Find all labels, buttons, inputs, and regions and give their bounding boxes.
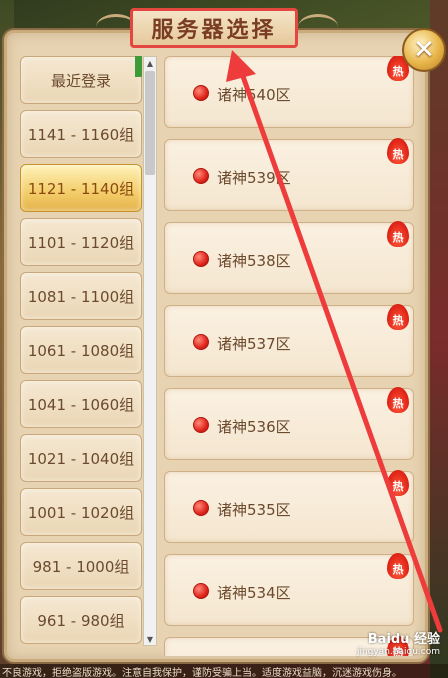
watermark-brand: Baidu 经验 xyxy=(367,632,440,647)
server-name: 诸神537区 xyxy=(217,335,291,353)
group-item-label: 1041 - 1060组 xyxy=(27,395,135,414)
server-name: 诸神534区 xyxy=(217,584,291,602)
group-item-label: 1061 - 1080组 xyxy=(27,341,135,360)
group-item[interactable]: 1041 - 1060组 xyxy=(20,380,142,428)
server-name: 诸神538区 xyxy=(217,252,291,270)
server-name: 诸神540区 xyxy=(217,86,291,104)
group-item-label: 1001 - 1020组 xyxy=(27,503,135,522)
group-item[interactable]: 1141 - 1160组 xyxy=(20,110,142,158)
group-item[interactable]: 981 - 1000组 xyxy=(20,542,142,590)
server-card[interactable]: 诸神538区 热 xyxy=(164,221,414,294)
group-item[interactable]: 1061 - 1080组 xyxy=(20,326,142,374)
hot-badge-icon: 热 xyxy=(387,304,409,330)
group-item-selected[interactable]: 1121 - 1140组 xyxy=(20,164,142,212)
group-item[interactable]: 1001 - 1020组 xyxy=(20,488,142,536)
hot-badge-icon: 热 xyxy=(387,138,409,164)
server-status-icon xyxy=(193,500,209,516)
server-status-icon xyxy=(193,251,209,267)
server-card[interactable]: 诸神537区 热 xyxy=(164,304,414,377)
dialog-title: 服务器选择 xyxy=(151,17,277,43)
server-card[interactable]: 诸神535区 热 xyxy=(164,470,414,543)
server-card[interactable]: 诸神536区 热 xyxy=(164,387,414,460)
group-item-label: 最近登录 xyxy=(50,71,111,90)
server-card[interactable]: 诸神540区 热 xyxy=(164,56,414,128)
group-item-label: 1121 - 1140组 xyxy=(27,179,135,198)
server-name: 诸神539区 xyxy=(217,169,291,187)
watermark-url: jingyan.baidu.com xyxy=(356,647,440,657)
group-list-scrollbar[interactable]: ▲ ▼ xyxy=(143,56,157,646)
group-item[interactable]: 961 - 980组 xyxy=(20,596,142,644)
group-item-label: 1101 - 1120组 xyxy=(27,233,135,252)
group-item-label: 961 - 980组 xyxy=(37,611,125,630)
group-item-label: 1141 - 1160组 xyxy=(27,125,135,144)
close-button[interactable]: ✕ xyxy=(402,28,446,72)
server-status-icon xyxy=(193,168,209,184)
group-item-label: 1021 - 1040组 xyxy=(27,449,135,468)
title-ornament-right xyxy=(298,14,338,40)
new-flag-icon xyxy=(135,56,142,77)
server-status-icon xyxy=(193,417,209,433)
scroll-down-icon[interactable]: ▼ xyxy=(144,633,156,645)
hot-badge-icon: 热 xyxy=(387,553,409,579)
group-item[interactable]: 1021 - 1040组 xyxy=(20,434,142,482)
server-status-icon xyxy=(193,583,209,599)
server-name: 诸神536区 xyxy=(217,418,291,436)
background-right-edge xyxy=(430,0,448,678)
server-card[interactable]: 诸神539区 热 xyxy=(164,138,414,211)
server-name: 诸神535区 xyxy=(217,501,291,519)
server-status-icon xyxy=(193,85,209,101)
footer-notice: 不良游戏，拒绝盗版游戏。注意自我保护，谨防受骗上当。适度游戏益脑，沉迷游戏伤身。 xyxy=(0,664,448,678)
group-item-label: 981 - 1000组 xyxy=(32,557,130,576)
dialog-title-plaque: 服务器选择 xyxy=(130,8,298,48)
hot-badge-icon: 热 xyxy=(387,470,409,496)
group-item[interactable]: 1081 - 1100组 xyxy=(20,272,142,320)
hot-badge-icon: 热 xyxy=(387,221,409,247)
group-item-recent[interactable]: 最近登录 xyxy=(20,56,142,104)
scrollbar-thumb[interactable] xyxy=(145,71,155,175)
scroll-up-icon[interactable]: ▲ xyxy=(144,57,156,69)
server-group-list: 最近登录 1141 - 1160组 1121 - 1140组 1101 - 11… xyxy=(20,56,142,646)
server-card[interactable]: 诸神534区 热 xyxy=(164,553,414,626)
hot-badge-icon: 热 xyxy=(387,387,409,413)
server-status-icon xyxy=(193,334,209,350)
close-icon: ✕ xyxy=(413,35,435,65)
group-item-label: 1081 - 1100组 xyxy=(27,287,135,306)
server-list: 诸神540区 热 诸神539区 热 诸神538区 热 诸神537区 热 诸神53… xyxy=(164,56,416,656)
watermark: Baidu 经验 jingyan.baidu.com xyxy=(357,628,440,657)
group-item[interactable]: 1101 - 1120组 xyxy=(20,218,142,266)
